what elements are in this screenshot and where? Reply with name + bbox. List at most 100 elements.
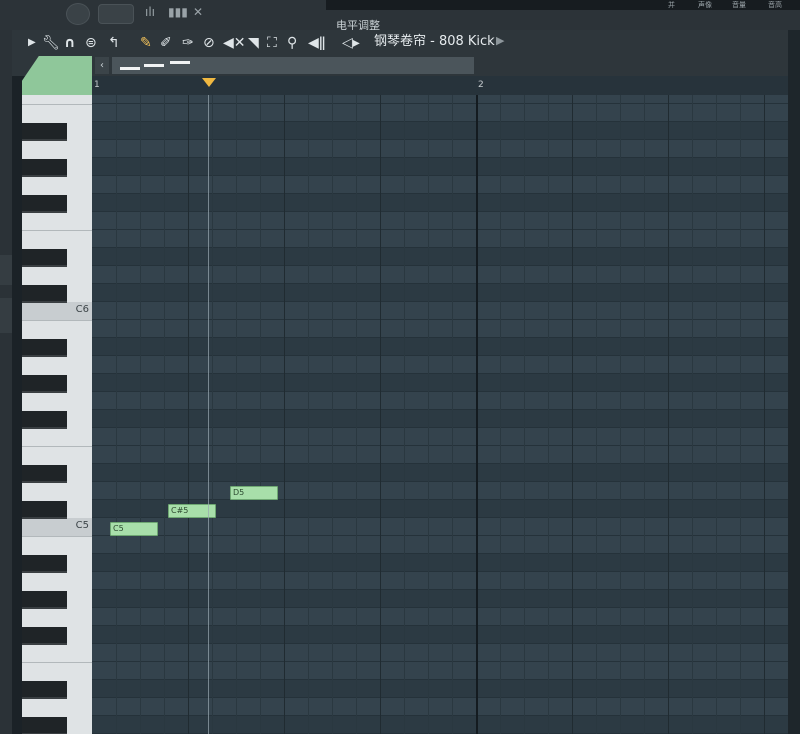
playhead-marker-icon[interactable] xyxy=(202,78,216,87)
scroll-left-button[interactable]: ‹ xyxy=(95,57,109,74)
grid-row[interactable] xyxy=(92,572,788,590)
timeline-ruler[interactable]: 1 2 xyxy=(92,76,788,95)
grid-step-line xyxy=(260,95,261,734)
grid-row[interactable] xyxy=(92,446,788,464)
grid-row[interactable] xyxy=(92,608,788,626)
grid-row[interactable] xyxy=(92,590,788,608)
select-icon[interactable]: ◥ xyxy=(248,34,259,52)
menu-circle-icon[interactable]: ⊜ xyxy=(85,34,97,52)
grid-step-line xyxy=(356,95,357,734)
slot-button[interactable] xyxy=(98,4,134,24)
note-grid[interactable]: C5 C#5 D5 xyxy=(92,95,788,734)
grid-row[interactable] xyxy=(92,680,788,698)
paint-multi-icon[interactable]: ✑ xyxy=(182,34,194,52)
piano-black-key[interactable] xyxy=(22,285,67,303)
piano-key-separator xyxy=(22,662,92,663)
grid-row[interactable] xyxy=(92,644,788,662)
bars-icon[interactable]: ılı xyxy=(145,5,155,19)
undo-icon[interactable]: ↰ xyxy=(108,34,120,52)
grid-row[interactable] xyxy=(92,176,788,194)
background-right-edge xyxy=(788,30,800,734)
grid-row[interactable] xyxy=(92,284,788,302)
grid-step-line xyxy=(620,95,621,734)
grid-row[interactable] xyxy=(92,230,788,248)
grid-step-line xyxy=(500,95,501,734)
grid-row[interactable] xyxy=(92,104,788,122)
piano-black-key[interactable] xyxy=(22,339,67,357)
grid-row[interactable] xyxy=(92,428,788,446)
grid-row[interactable] xyxy=(92,374,788,392)
grid-row[interactable] xyxy=(92,626,788,644)
wrench-icon[interactable]: 🔧︎ xyxy=(42,34,60,52)
grid-step-line xyxy=(764,95,765,734)
piano-black-key[interactable] xyxy=(22,195,67,213)
grid-row[interactable] xyxy=(92,266,788,284)
grid-step-line xyxy=(212,95,213,734)
knob-control[interactable] xyxy=(66,3,90,25)
grid-row[interactable] xyxy=(92,356,788,374)
note-c5[interactable]: C5 xyxy=(110,522,158,536)
arrow-right-icon[interactable]: ▶ xyxy=(28,34,36,52)
piano-key-separator xyxy=(22,446,92,447)
grid-row[interactable] xyxy=(92,248,788,266)
magnet-icon[interactable]: ∩ xyxy=(64,34,75,52)
grid-row[interactable] xyxy=(92,410,788,428)
pencil-icon[interactable]: ✎ xyxy=(140,34,152,52)
grid-row[interactable] xyxy=(92,518,788,536)
grid-row[interactable] xyxy=(92,536,788,554)
piano-black-key[interactable] xyxy=(22,411,67,429)
grid-step-line xyxy=(380,95,381,734)
grid-row[interactable] xyxy=(92,212,788,230)
grid-step-line xyxy=(164,95,165,734)
bar-number: 2 xyxy=(478,80,484,90)
piano-keyboard[interactable]: C6 C5 xyxy=(22,95,92,734)
grid-row[interactable] xyxy=(92,194,788,212)
zoom-icon[interactable]: ⚲ xyxy=(287,34,297,52)
grid-row[interactable] xyxy=(92,482,788,500)
grid-row[interactable] xyxy=(92,716,788,734)
piano-black-key[interactable] xyxy=(22,627,67,645)
grid-row[interactable] xyxy=(92,662,788,680)
grid-row[interactable] xyxy=(92,464,788,482)
piano-black-key[interactable] xyxy=(22,465,67,483)
grid-row[interactable] xyxy=(92,698,788,716)
grid-row[interactable] xyxy=(92,554,788,572)
grid-row[interactable] xyxy=(92,392,788,410)
piano-black-key[interactable] xyxy=(22,591,67,609)
playback-icon[interactable]: ◀ǁ xyxy=(308,34,326,52)
grid-row[interactable] xyxy=(92,158,788,176)
mixer-panel-header: 并 声像 音量 音高 xyxy=(326,0,800,10)
piano-black-key[interactable] xyxy=(22,717,67,734)
piano-roll-toolbar: ▶ 🔧︎ ∩ ⊜ ↰ ✎ ✐ ✑ ⊘ ◀✕ ◥ ⛶ ⚲ ◀ǁ ◁▸ 钢琴卷帘 -… xyxy=(12,30,788,56)
close-icon[interactable]: ✕ xyxy=(193,5,203,19)
grid-icon[interactable]: ▮▮▮ xyxy=(168,5,188,19)
title-arrow-icon[interactable]: ▶ xyxy=(496,34,504,47)
playhead-line xyxy=(208,95,209,734)
piano-black-key[interactable] xyxy=(22,123,67,141)
piano-black-key[interactable] xyxy=(22,249,67,267)
grid-step-line xyxy=(428,95,429,734)
piano-black-key[interactable] xyxy=(22,555,67,573)
overview-scrollbar[interactable] xyxy=(112,57,474,74)
piano-black-key[interactable] xyxy=(22,681,67,699)
grid-step-line xyxy=(140,95,141,734)
piano-black-key[interactable] xyxy=(22,159,67,177)
grid-row[interactable] xyxy=(92,320,788,338)
piano-black-key[interactable] xyxy=(22,501,67,519)
grid-row[interactable] xyxy=(92,122,788,140)
mini-label-volume: 音量 xyxy=(732,1,746,9)
grid-step-line xyxy=(692,95,693,734)
grid-step-line xyxy=(740,95,741,734)
slice-icon[interactable]: ⛶ xyxy=(267,34,277,52)
grid-row[interactable] xyxy=(92,338,788,356)
piano-black-key[interactable] xyxy=(22,375,67,393)
speaker-icon[interactable]: ◁▸ xyxy=(342,34,360,52)
paint-icon[interactable]: ✐ xyxy=(160,34,172,52)
grid-step-line xyxy=(572,95,573,734)
grid-row[interactable] xyxy=(92,302,788,320)
grid-row[interactable] xyxy=(92,140,788,158)
delete-icon[interactable]: ⊘ xyxy=(203,34,215,52)
mute-icon[interactable]: ◀✕ xyxy=(223,34,246,52)
window-title: 钢琴卷帘 - 808 Kick xyxy=(374,34,495,49)
note-d5[interactable]: D5 xyxy=(230,486,278,500)
